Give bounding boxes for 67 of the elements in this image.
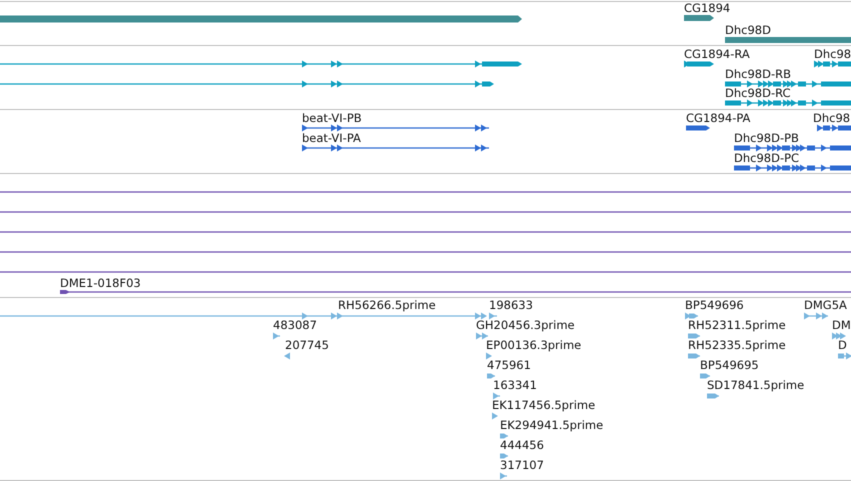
est-glyph[interactable] — [688, 334, 700, 338]
feature-label: EP00136.3prime — [486, 338, 582, 352]
est-glyph[interactable] — [489, 312, 497, 320]
est-glyph[interactable] — [487, 374, 495, 378]
feature-label: CG1894 — [684, 2, 730, 15]
feature-label: CG1894-RA — [684, 47, 750, 61]
feature-label: DMG5A — [804, 298, 847, 312]
feature-label: Dhc98 — [814, 47, 851, 61]
est-glyph[interactable] — [838, 352, 851, 360]
est-glyph[interactable] — [493, 392, 500, 400]
est-glyph[interactable] — [685, 312, 698, 320]
feature-label: EK294941.5prime — [500, 418, 604, 432]
protein-glyph[interactable] — [734, 144, 851, 152]
feature-label: 483087 — [273, 318, 317, 332]
protein-glyph[interactable] — [817, 124, 851, 132]
est-glyph[interactable] — [700, 374, 710, 378]
feature-label: beat-VI-PA — [302, 131, 361, 145]
feature-label: RH52311.5prime — [688, 318, 786, 332]
feature-label: Dhc98 — [813, 111, 850, 125]
clone-glyph[interactable] — [60, 290, 851, 294]
feature-label: EK117456.5prime — [492, 398, 596, 412]
transcript-glyph[interactable] — [0, 80, 494, 88]
feature-label: 317107 — [500, 458, 544, 472]
feature-label: 198633 — [489, 298, 533, 312]
gene-glyph[interactable] — [684, 15, 714, 21]
est-glyph[interactable] — [492, 412, 498, 420]
est-glyph[interactable] — [500, 454, 508, 458]
feature-label: Dhc98D-RB — [725, 67, 791, 81]
feature-label: 475961 — [487, 358, 531, 372]
est-glyph[interactable] — [500, 434, 508, 438]
est-glyph[interactable] — [707, 394, 719, 398]
protein-glyph[interactable] — [686, 126, 710, 130]
transcript-glyph[interactable] — [814, 60, 851, 68]
feature-label: CG1894-PA — [686, 111, 750, 125]
feature-label: RH52335.5prime — [688, 338, 786, 352]
est-glyph[interactable] — [273, 332, 280, 340]
feature-label: BP549695 — [700, 358, 759, 372]
est-glyph[interactable] — [486, 352, 492, 360]
est-glyph[interactable] — [476, 332, 488, 340]
feature-label: Dhc98D — [725, 23, 771, 37]
est-glyph[interactable] — [832, 332, 846, 340]
feature-label: GH20456.3prime — [476, 318, 575, 332]
est-glyph[interactable] — [688, 354, 700, 358]
feature-label: 163341 — [493, 378, 537, 392]
feature-label: SD17841.5prime — [707, 378, 804, 392]
feature-label: Dhc98D-PB — [734, 131, 799, 145]
est-glyph[interactable] — [500, 472, 507, 480]
transcript-glyph[interactable] — [684, 60, 714, 68]
protein-glyph[interactable] — [302, 144, 489, 152]
transcript-glyph[interactable] — [725, 100, 851, 106]
est-glyph[interactable] — [804, 312, 828, 320]
protein-glyph[interactable] — [734, 164, 851, 172]
protein-glyph[interactable] — [302, 124, 489, 132]
feature-label: RH56266.5prime — [338, 298, 436, 312]
transcript-glyph[interactable] — [725, 80, 851, 88]
feature-label: BP549696 — [685, 298, 744, 312]
feature-label: D — [838, 338, 847, 352]
est-glyph[interactable] — [284, 352, 290, 360]
feature-label: DME1-018F03 — [60, 276, 141, 290]
transcript-glyph[interactable] — [0, 60, 522, 68]
feature-label: 207745 — [285, 338, 329, 352]
feature-label: DM — [832, 318, 851, 332]
feature-label: Dhc98D-PC — [734, 151, 800, 165]
feature-label: 444456 — [500, 438, 544, 452]
feature-label: beat-VI-PB — [302, 111, 362, 125]
feature-label: Dhc98D-RC — [725, 86, 791, 100]
est-glyph[interactable] — [0, 312, 487, 320]
